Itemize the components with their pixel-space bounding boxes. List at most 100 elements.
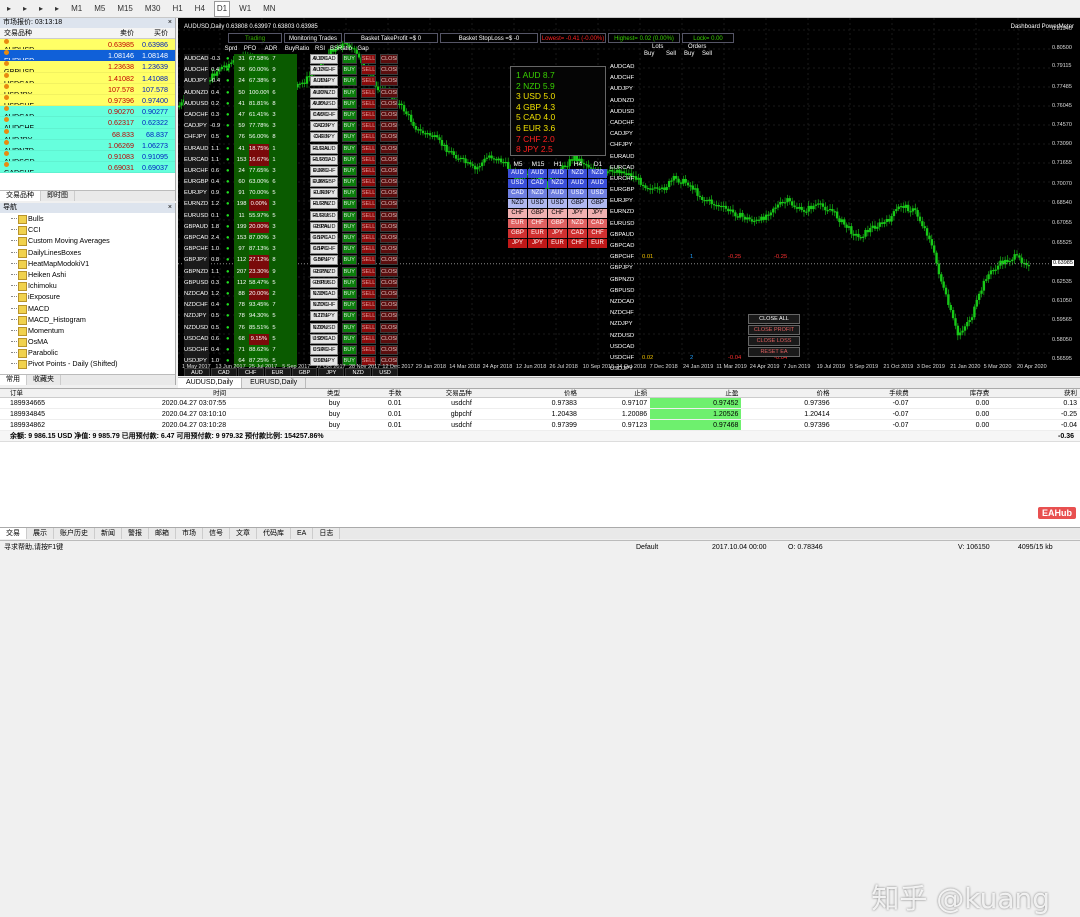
- timeframe-mn[interactable]: MN: [260, 1, 278, 17]
- pair-symbol[interactable]: EURAUD: [184, 143, 210, 155]
- timeframe-m15[interactable]: M15: [114, 1, 136, 17]
- mw-header-0[interactable]: 交易品种: [0, 28, 96, 38]
- timeframe-h1[interactable]: H1: [169, 1, 185, 17]
- sell-button[interactable]: SELL: [360, 87, 377, 98]
- sell-button[interactable]: SELL: [360, 177, 377, 188]
- pair-symbol[interactable]: NZDCAD: [184, 288, 210, 301]
- sell-button[interactable]: SELL: [360, 322, 377, 333]
- terminal-tab[interactable]: EA: [291, 528, 314, 539]
- sell-button[interactable]: SELL: [360, 54, 377, 64]
- buy-button[interactable]: BUY: [341, 87, 357, 98]
- market-watch-row[interactable]: AUDSGD 0.91083 0.91095: [0, 150, 175, 163]
- trade-col-header[interactable]: 交易品种: [405, 389, 475, 397]
- close-button[interactable]: CLOSE: [380, 65, 398, 76]
- buy-button[interactable]: BUY: [341, 344, 357, 355]
- indicator-item[interactable]: Custom Moving Averages: [0, 235, 175, 247]
- buy-button[interactable]: BUY: [341, 255, 357, 266]
- market-watch-row[interactable]: AUDJPY 68.833 68.837: [0, 128, 175, 140]
- pair-symbol[interactable]: AUDUSD: [184, 98, 210, 110]
- close-button[interactable]: CLOSE: [380, 210, 398, 221]
- sell-button[interactable]: SELL: [360, 132, 377, 143]
- sell-button[interactable]: SELL: [360, 65, 377, 76]
- ea-button-1[interactable]: CLOSE PROFIT: [748, 325, 800, 335]
- ea-button-2[interactable]: CLOSE LOSS: [748, 336, 800, 346]
- buy-button[interactable]: BUY: [341, 233, 357, 243]
- buy-button[interactable]: BUY: [341, 109, 357, 120]
- sell-button[interactable]: SELL: [360, 255, 377, 266]
- pair-symbol[interactable]: CADJPY: [184, 121, 210, 133]
- indicator-item[interactable]: Heiken Ashi: [0, 269, 175, 281]
- close-button[interactable]: CLOSE: [380, 333, 398, 344]
- chart-tab[interactable]: EURUSD,Daily: [242, 378, 307, 388]
- indicator-item[interactable]: Bulls: [0, 213, 175, 225]
- indicator-item[interactable]: Parabolic: [0, 347, 175, 359]
- pair-symbol[interactable]: EURCHF: [184, 165, 210, 178]
- indicator-item[interactable]: MACD_Histogram: [0, 314, 175, 325]
- trade-col-header[interactable]: 类型: [229, 389, 343, 397]
- pair-symbol[interactable]: NZDUSD: [184, 322, 210, 334]
- market-watch-row[interactable]: USDCHF 0.97396 0.97400: [0, 94, 175, 107]
- buy-button[interactable]: BUY: [341, 221, 357, 232]
- pair-symbol[interactable]: CHFJPY: [184, 132, 210, 144]
- terminal-tab[interactable]: 交易: [0, 528, 27, 539]
- close-icon[interactable]: ×: [168, 203, 172, 213]
- close-button[interactable]: CLOSE: [380, 143, 398, 154]
- indicator-item[interactable]: iExposure: [0, 291, 175, 303]
- sell-button[interactable]: SELL: [360, 121, 377, 132]
- indicator-item[interactable]: DailyLinesBoxes: [0, 247, 175, 258]
- sell-button[interactable]: SELL: [360, 188, 377, 199]
- trade-row[interactable]: 189934845 2020.04.27 03:10:10 buy 0.01 gbpch…: [0, 409, 1080, 420]
- nav-tab[interactable]: 收藏夹: [27, 375, 61, 385]
- pair-symbol[interactable]: GBPCHF: [184, 244, 210, 256]
- chart-tab[interactable]: AUDUSD,Daily: [178, 378, 243, 388]
- trade-col-header[interactable]: 止盈: [650, 389, 741, 397]
- terminal-tab[interactable]: 账户历史: [54, 528, 95, 539]
- crosshair-icon[interactable]: ▸: [20, 1, 30, 17]
- sell-button[interactable]: SELL: [360, 98, 377, 109]
- pair-symbol[interactable]: USDCAD: [184, 333, 210, 345]
- terminal-tab[interactable]: 新闻: [95, 528, 122, 539]
- timeframe-d1[interactable]: D1: [213, 0, 231, 17]
- buy-button[interactable]: BUY: [341, 121, 357, 132]
- buy-button[interactable]: BUY: [341, 188, 357, 199]
- buy-button[interactable]: BUY: [341, 165, 357, 176]
- buy-button[interactable]: BUY: [341, 177, 357, 188]
- close-button[interactable]: CLOSE: [380, 54, 398, 64]
- pair-symbol[interactable]: EURJPY: [184, 188, 210, 200]
- market-watch-row[interactable]: AUDCAD 0.90270 0.90277: [0, 106, 175, 118]
- pair-symbol[interactable]: GBPAUD: [184, 221, 210, 233]
- close-button[interactable]: CLOSE: [380, 277, 398, 288]
- trade-row[interactable]: 189934665 2020.04.27 03:07:55 buy 0.01 usdch…: [0, 398, 1080, 409]
- buy-button[interactable]: BUY: [341, 322, 357, 333]
- buy-button[interactable]: BUY: [341, 333, 357, 344]
- terminal-tab[interactable]: 代码库: [257, 528, 291, 539]
- indicator-item[interactable]: Pivot Points - Daily (Shifted): [0, 358, 175, 370]
- mw-tab[interactable]: 交易品种: [0, 191, 41, 201]
- close-button[interactable]: CLOSE: [380, 300, 398, 311]
- close-button[interactable]: CLOSE: [380, 244, 398, 255]
- trade-col-header[interactable]: 获利: [992, 389, 1080, 397]
- buy-button[interactable]: BUY: [341, 288, 357, 299]
- pair-symbol[interactable]: USDCHF: [184, 344, 210, 357]
- close-button[interactable]: CLOSE: [380, 76, 398, 87]
- close-button[interactable]: CLOSE: [380, 199, 398, 210]
- sell-button[interactable]: SELL: [360, 76, 377, 87]
- sell-button[interactable]: SELL: [360, 199, 377, 210]
- buy-button[interactable]: BUY: [341, 300, 357, 311]
- pair-symbol[interactable]: EURNZD: [184, 199, 210, 211]
- sell-button[interactable]: SELL: [360, 165, 377, 176]
- sell-button[interactable]: SELL: [360, 277, 377, 288]
- line-icon[interactable]: ▸: [36, 1, 46, 17]
- market-watch-row[interactable]: USDJPY 107.578 107.578: [0, 83, 175, 95]
- sell-button[interactable]: SELL: [360, 233, 377, 243]
- close-button[interactable]: CLOSE: [380, 233, 398, 243]
- buy-button[interactable]: BUY: [341, 244, 357, 255]
- market-watch-row[interactable]: EURUSD 1.08146 1.08148: [0, 50, 175, 62]
- mw-tab[interactable]: 即时图: [41, 191, 75, 201]
- pair-symbol[interactable]: AUDCAD: [184, 54, 210, 66]
- indicator-item[interactable]: HeatMapModokiV1: [0, 258, 175, 269]
- market-watch-row[interactable]: CADCHF 0.69031 0.69037: [0, 162, 175, 174]
- indicator-item[interactable]: CCI: [0, 224, 175, 236]
- timeframe-m5[interactable]: M5: [91, 1, 108, 17]
- close-button[interactable]: CLOSE: [380, 132, 398, 143]
